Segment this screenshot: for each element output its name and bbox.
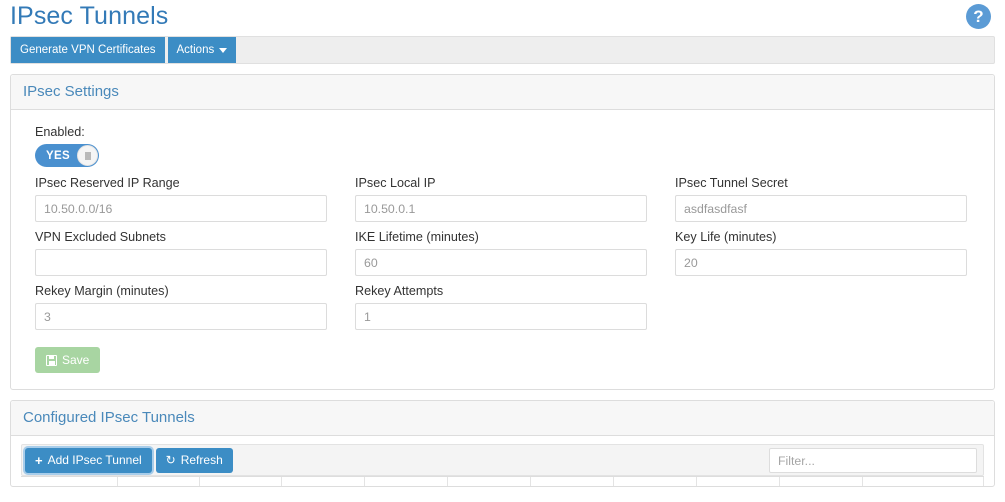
help-icon[interactable]: ? [966,4,991,29]
input-rekey-attempts[interactable] [355,303,647,330]
table-header-cell[interactable] [531,477,614,486]
field-key-life: Key Life (minutes) [675,229,967,276]
input-vpn-excluded-subnets[interactable] [35,249,327,276]
field-rekey-attempts: Rekey Attempts [355,283,647,330]
input-rekey-margin[interactable] [35,303,327,330]
actions-label: Actions [177,44,215,56]
table-header-cell[interactable] [21,477,118,486]
add-ipsec-tunnel-button[interactable]: + Add IPsec Tunnel [25,448,152,473]
field-ipsec-reserved-ip-range: IPsec Reserved IP Range [35,175,327,222]
configured-tunnels-heading: Configured IPsec Tunnels [11,401,994,436]
field-ipsec-local-ip: IPsec Local IP [355,175,647,222]
generate-vpn-certificates-button[interactable]: Generate VPN Certificates [11,37,165,63]
label-rekey-margin: Rekey Margin (minutes) [35,283,327,300]
table-header-cell[interactable] [448,477,531,486]
label-vpn-excluded-subnets: VPN Excluded Subnets [35,229,327,246]
field-rekey-margin: Rekey Margin (minutes) [35,283,327,330]
label-key-life: Key Life (minutes) [675,229,967,246]
filter-input[interactable] [769,448,977,473]
label-ipsec-local-ip: IPsec Local IP [355,175,647,192]
table-header-cell[interactable] [200,477,282,486]
add-ipsec-tunnel-label: Add IPsec Tunnel [48,453,142,467]
input-ipsec-local-ip[interactable] [355,195,647,222]
ipsec-settings-panel: IPsec Settings Enabled: YES IPsec Reserv… [10,74,995,390]
enabled-toggle[interactable]: YES [35,144,99,167]
input-ipsec-tunnel-secret[interactable] [675,195,967,222]
table-header-cell[interactable] [863,477,984,486]
input-key-life[interactable] [675,249,967,276]
table-header-cell[interactable] [614,477,697,486]
page-title: IPsec Tunnels [10,0,168,34]
field-ike-lifetime: IKE Lifetime (minutes) [355,229,647,276]
table-header-cell[interactable] [780,477,863,486]
label-ike-lifetime: IKE Lifetime (minutes) [355,229,647,246]
refresh-label: Refresh [181,453,223,467]
refresh-icon: ↻ [166,454,176,466]
tunnels-grid-toolbar: + Add IPsec Tunnel ↻ Refresh [21,444,984,476]
plus-icon: + [35,454,43,467]
save-button-label: Save [62,353,89,367]
enabled-label: Enabled: [35,124,970,141]
configured-tunnels-panel: Configured IPsec Tunnels + Add IPsec Tun… [10,400,995,487]
label-ipsec-tunnel-secret: IPsec Tunnel Secret [675,175,967,192]
input-ipsec-reserved-ip-range[interactable] [35,195,327,222]
refresh-button[interactable]: ↻ Refresh [156,448,233,473]
input-ike-lifetime[interactable] [355,249,647,276]
ipsec-settings-body: Enabled: YES IPsec Reserved IP Range IPs… [11,110,994,389]
enabled-toggle-group: Enabled: YES [35,124,970,167]
page-header: IPsec Tunnels ? [0,0,1005,36]
table-header-cell[interactable] [282,477,365,486]
actions-dropdown-button[interactable]: Actions [168,37,237,63]
top-toolbar: Generate VPN Certificates Actions [10,36,995,64]
ipsec-settings-heading: IPsec Settings [11,75,994,110]
field-ipsec-tunnel-secret: IPsec Tunnel Secret [675,175,967,222]
form-row-3: Rekey Margin (minutes) Rekey Attempts [35,283,970,330]
floppy-disk-icon [46,355,57,366]
label-ipsec-reserved-ip-range: IPsec Reserved IP Range [35,175,327,192]
configured-tunnels-title: Configured IPsec Tunnels [23,409,195,426]
label-rekey-attempts: Rekey Attempts [355,283,647,300]
field-vpn-excluded-subnets: VPN Excluded Subnets [35,229,327,276]
save-button[interactable]: Save [35,347,100,373]
chevron-down-icon [219,48,227,53]
enabled-toggle-state: YES [35,150,70,162]
table-header-cell[interactable] [697,477,780,486]
table-header-cell[interactable] [118,477,200,486]
form-row-2: VPN Excluded Subnets IKE Lifetime (minut… [35,229,970,276]
ipsec-settings-title: IPsec Settings [23,83,119,100]
table-header-cell[interactable] [365,477,448,486]
tunnels-table-header [21,476,984,486]
form-row-1: IPsec Reserved IP Range IPsec Local IP I… [35,175,970,222]
toggle-knob-icon [77,145,98,166]
